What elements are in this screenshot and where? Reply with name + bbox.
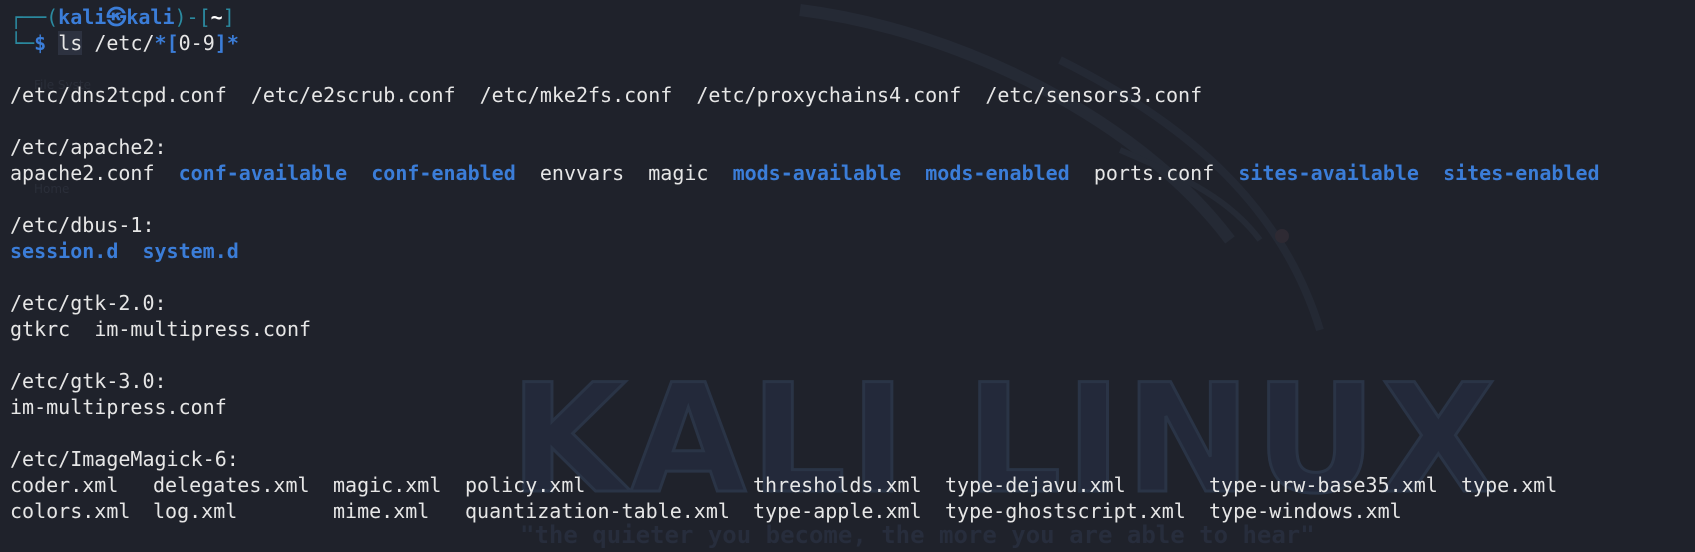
dir-listing-gtk2: gtkrc im-multipress.conf — [10, 316, 1600, 342]
dir-listing-apache2: apache2.conf conf-available conf-enabled… — [10, 160, 1600, 186]
file-entry: envvars — [539, 161, 625, 185]
prompt-line-command: └─$ ls /etc/*[0-9]* — [10, 30, 1600, 56]
file-entry: magic — [648, 161, 709, 185]
file-entry: thresholds.xml — [753, 473, 922, 497]
watermark-quote: "the quieter you become, the more you ar… — [520, 521, 1315, 549]
dir-listing-imagemagick-row: coder.xml delegates.xml magic.xml policy.xm… — [10, 472, 1600, 498]
file-entry: type-apple.xml — [753, 499, 922, 523]
prompt-frame: )-[ — [174, 5, 211, 29]
command-bracket: ] — [214, 31, 227, 55]
file-entry: apache2.conf — [10, 161, 155, 185]
prompt-dollar: $ — [34, 31, 47, 55]
prompt-host: kali — [126, 5, 175, 29]
file-entry: mime.xml — [333, 499, 430, 523]
dir-listing-dbus: session.d system.d — [10, 238, 1600, 264]
prompt-cwd: ~ — [210, 5, 223, 29]
directory-entry: mods-enabled — [925, 161, 1070, 185]
dir-header-dbus: /etc/dbus-1: — [10, 213, 155, 237]
prompt-frame: ┌──( — [10, 5, 59, 29]
dir-listing-gtk3: im-multipress.conf — [10, 394, 1600, 420]
file-entry: delegates.xml — [153, 473, 310, 497]
directory-entry: system.d — [142, 239, 239, 263]
prompt-user: kali — [58, 5, 107, 29]
prompt-frame: ] — [222, 5, 235, 29]
file-entry: /etc/dns2tcpd.conf — [10, 83, 227, 107]
file-entry: type.xml — [1461, 473, 1558, 497]
file-entry: im-multipress.conf — [94, 317, 312, 341]
file-entry: ports.conf — [1093, 161, 1215, 185]
directory-entry: sites-available — [1238, 161, 1419, 185]
file-entry: quantization-table.xml — [465, 499, 730, 523]
directory-entry: mods-available — [732, 161, 902, 185]
command-bracket: [ — [166, 31, 179, 55]
file-entry: log.xml — [153, 499, 238, 523]
file-entry: type-windows.xml — [1209, 499, 1402, 523]
file-entry: type-ghostscript.xml — [945, 499, 1186, 523]
file-entry: policy.xml — [465, 473, 586, 497]
dir-header-apache2: /etc/apache2: — [10, 135, 167, 159]
terminal-output[interactable]: ┌──(kali㉿kali)-[~] └─$ ls /etc/*[0-9]* /… — [10, 4, 1600, 524]
prompt-at-symbol: ㉿ — [106, 5, 127, 29]
dir-header-imagemagick: /etc/ImageMagick-6: — [10, 447, 239, 471]
file-entry: /etc/proxychains4.conf — [696, 83, 962, 107]
file-entry: gtkrc — [10, 317, 71, 341]
dir-header-gtk3: /etc/gtk-3.0: — [10, 369, 167, 393]
directory-entry: sites-enabled — [1443, 161, 1600, 185]
directory-entry: conf-enabled — [371, 161, 516, 185]
prompt-frame: └─ — [10, 31, 35, 55]
file-entry: /etc/e2scrub.conf — [250, 83, 456, 107]
file-entry: coder.xml — [10, 473, 119, 497]
file-entry: /etc/sensors3.conf — [985, 83, 1203, 107]
command-glob: * — [226, 31, 239, 55]
dir-header-gtk2: /etc/gtk-2.0: — [10, 291, 167, 315]
prompt-line-top: ┌──(kali㉿kali)-[~] — [10, 4, 1600, 30]
file-entry: colors.xml — [10, 499, 131, 523]
dir-listing-imagemagick-row: colors.xml log.xml mime.xml quantization-ta… — [10, 498, 1600, 524]
terminal-window[interactable]: File Syste Home KALI LINUX "the quieter … — [0, 0, 1695, 552]
command-range: 0-9 — [178, 31, 215, 55]
directory-entry: session.d — [10, 239, 119, 263]
command-glob: * — [154, 31, 167, 55]
command-name: ls — [58, 31, 83, 55]
file-entry: /etc/mke2fs.conf — [479, 83, 673, 107]
file-entry: im-multipress.conf — [10, 395, 227, 419]
command-arg: /etc/ — [94, 31, 155, 55]
directory-entry: conf-available — [178, 161, 348, 185]
output-top-files: /etc/dns2tcpd.conf /etc/e2scrub.conf /et… — [10, 82, 1600, 108]
file-entry: type-dejavu.xml — [945, 473, 1126, 497]
file-entry: type-urw-base35.xml — [1209, 473, 1438, 497]
file-entry: magic.xml — [333, 473, 442, 497]
